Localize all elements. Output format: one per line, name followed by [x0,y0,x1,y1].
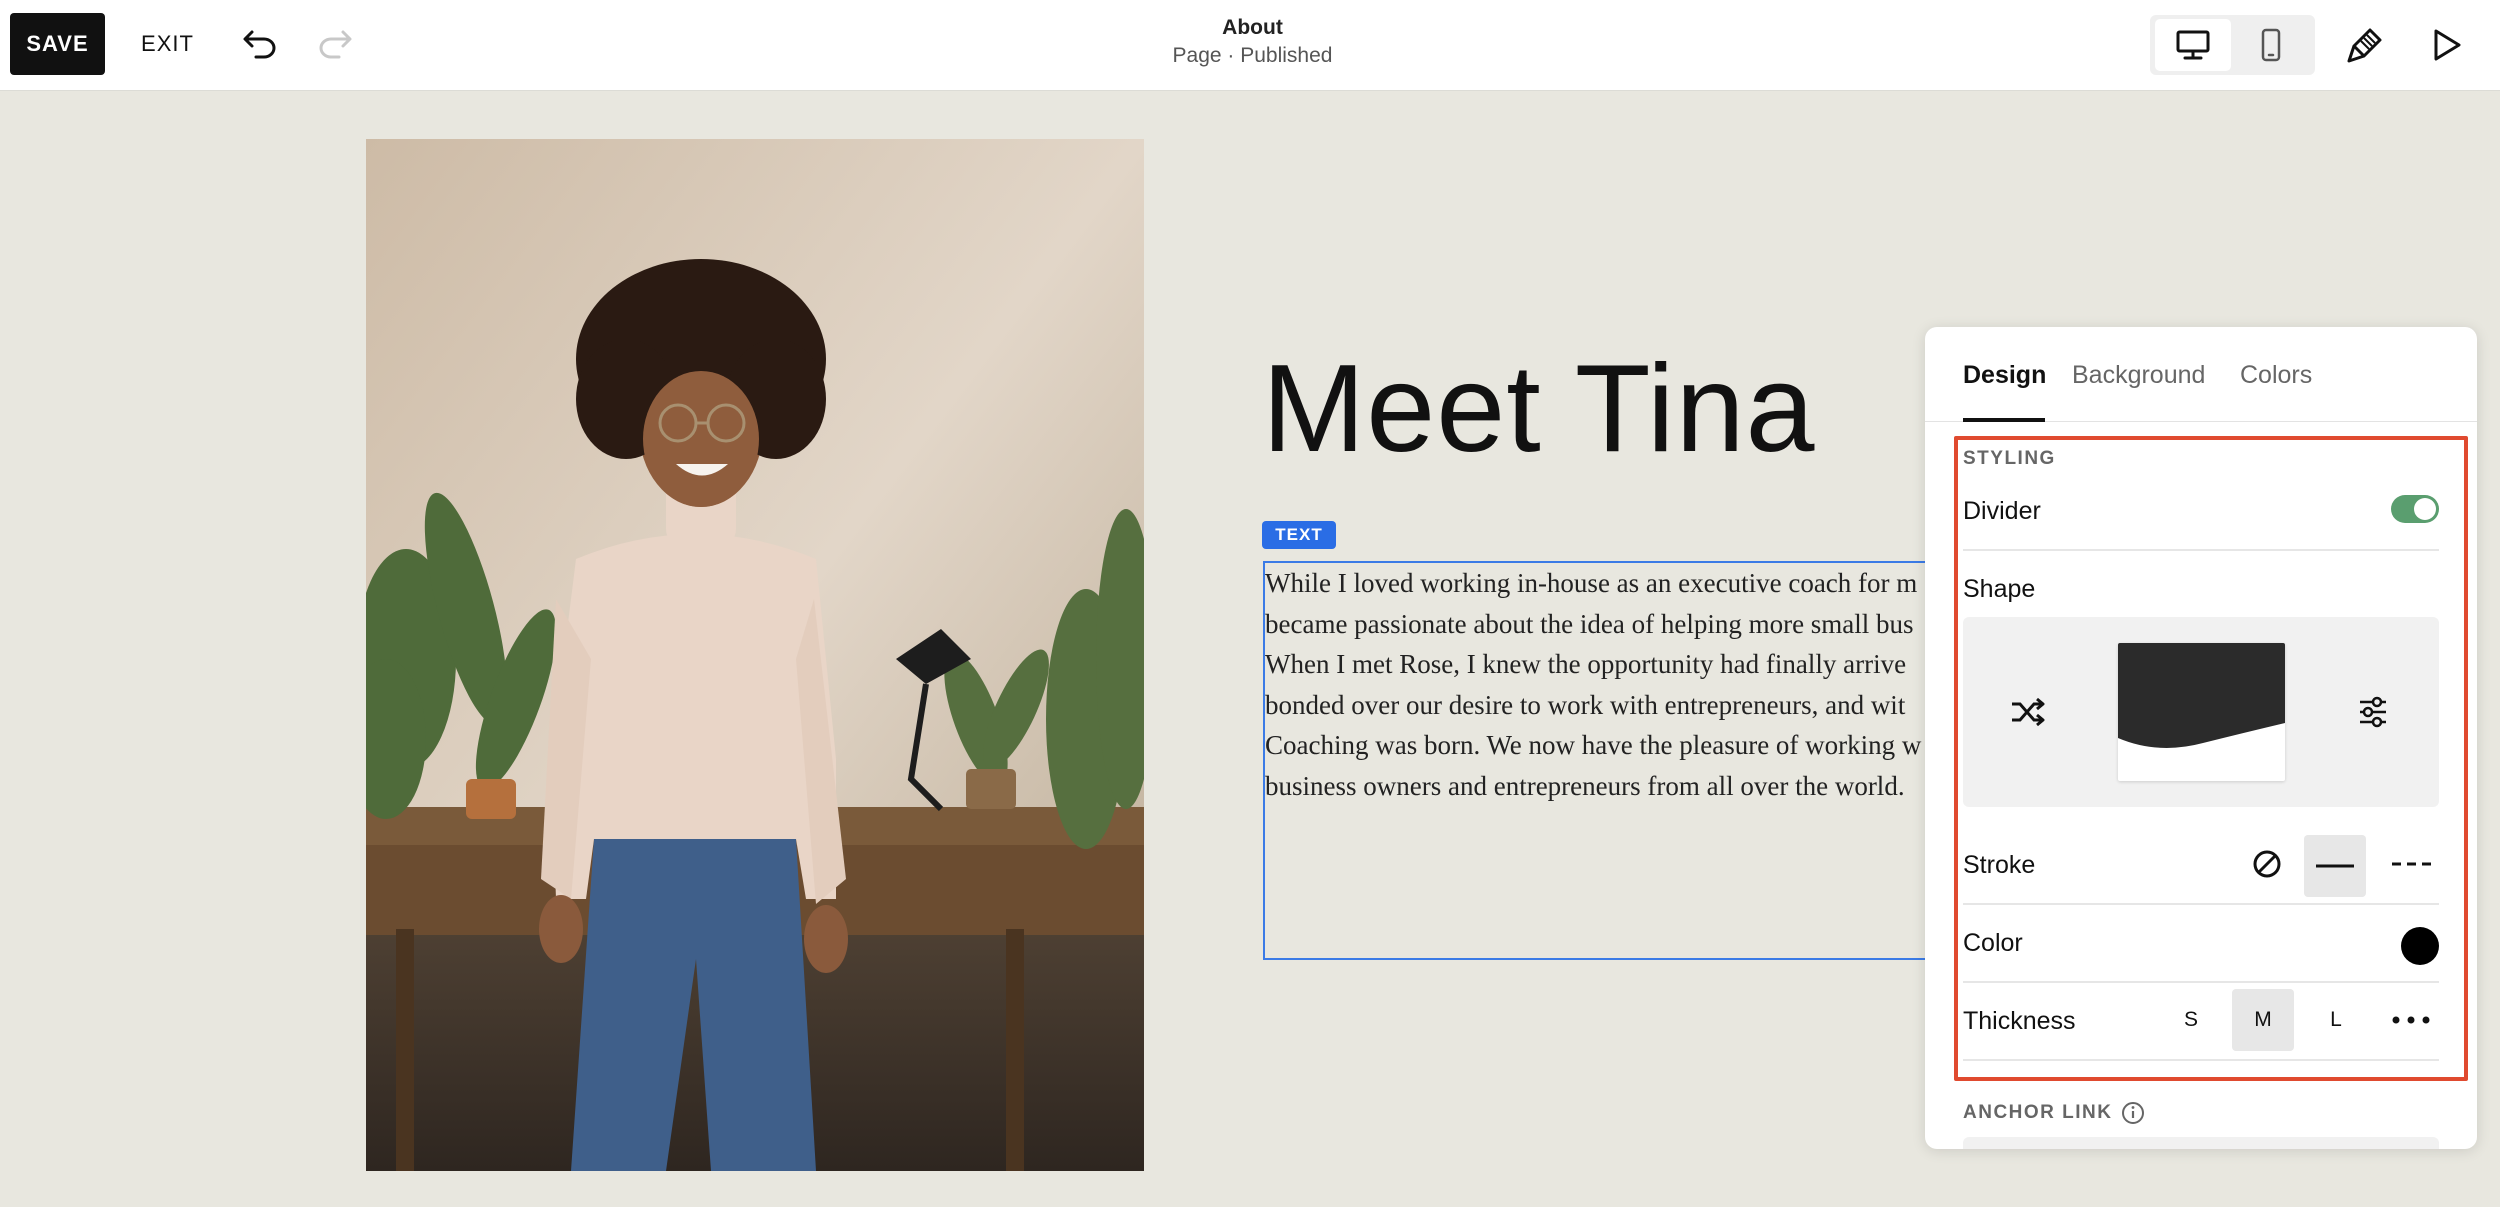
site-styles-brush-icon[interactable] [2340,20,2390,70]
stroke-dashed-option[interactable] [2383,835,2441,893]
shape-selector [1963,617,2439,807]
panel-tabs: Design Background Colors [1925,327,2477,422]
paragraph-line: became passionate about the idea of help… [1265,608,1914,639]
mobile-icon [2261,28,2281,62]
page-heading[interactable]: Meet Tina [1262,338,1816,480]
thickness-label: Thickness [1963,1007,2076,1035]
anchor-link-text: ANCHOR LINK [1963,1102,2113,1123]
text-block-paragraph: While I loved working in-house as an exe… [1265,563,1963,806]
info-icon[interactable] [2121,1101,2145,1125]
shuffle-icon[interactable] [2003,687,2053,737]
undo-icon[interactable] [235,20,285,68]
anchor-link-label: ANCHOR LINK [1963,1101,2145,1125]
page-status: Page · Published [1172,44,1333,67]
divider-line [1963,549,2439,551]
device-toggle [2150,15,2315,75]
divider-toggle[interactable] [2391,495,2439,523]
stroke-solid-option[interactable] [2304,835,2366,897]
paragraph-line: While I loved working in-house as an exe… [1265,568,1918,598]
styling-section-label: STYLING [1963,448,2056,469]
active-tab-indicator [1963,418,2045,422]
toggle-knob [2414,498,2436,520]
text-block-badge: TEXT [1262,521,1336,549]
color-swatch[interactable] [2401,927,2439,965]
stroke-none-icon[interactable] [2238,835,2296,893]
divider-label: Divider [1963,497,2041,525]
exit-button[interactable]: EXIT [130,13,205,75]
color-label: Color [1963,929,2023,957]
dashed-line-icon [2392,862,2432,866]
desktop-view-button[interactable] [2155,19,2231,71]
thickness-l-option[interactable]: L [2305,989,2367,1051]
more-options-icon[interactable] [2380,989,2442,1051]
paragraph-line: Coaching was born. We now have the pleas… [1265,730,1922,760]
tab-background[interactable]: Background [2072,361,2205,390]
editor-toolbar: SAVE EXIT About Page · Published [0,0,2500,91]
divider-line [1963,981,2439,983]
thickness-s-option[interactable]: S [2160,989,2222,1051]
thickness-m-option[interactable]: M [2232,989,2294,1051]
paragraph-line: bonded over our desire to work with entr… [1265,689,1906,720]
divider-line [1963,903,2439,905]
portrait-image[interactable] [366,139,1144,1171]
text-block[interactable]: While I loved working in-house as an exe… [1263,561,1963,960]
tab-colors[interactable]: Colors [2240,361,2312,390]
paragraph-line: When I met Rose, I knew the opportunity … [1265,649,1907,679]
shape-label: Shape [1963,575,2036,603]
redo-icon[interactable] [310,20,360,68]
anchor-link-input[interactable] [1963,1137,2439,1149]
tab-design[interactable]: Design [1963,361,2046,390]
divider-line [1963,1059,2439,1061]
paragraph-line: business owners and entrepreneurs from a… [1265,770,1905,801]
desktop-icon [2176,30,2210,60]
stroke-label: Stroke [1963,851,2036,879]
preview-play-icon[interactable] [2422,20,2472,70]
divider-shape-preview[interactable] [2118,643,2285,781]
mobile-view-button[interactable] [2233,19,2309,71]
shape-settings-sliders-icon[interactable] [2348,687,2398,737]
page-title: About [1222,16,1283,39]
block-design-panel: Design Background Colors STYLING Divider… [1925,327,2477,1149]
save-button[interactable]: SAVE [10,13,105,75]
solid-line-icon [2316,864,2354,868]
